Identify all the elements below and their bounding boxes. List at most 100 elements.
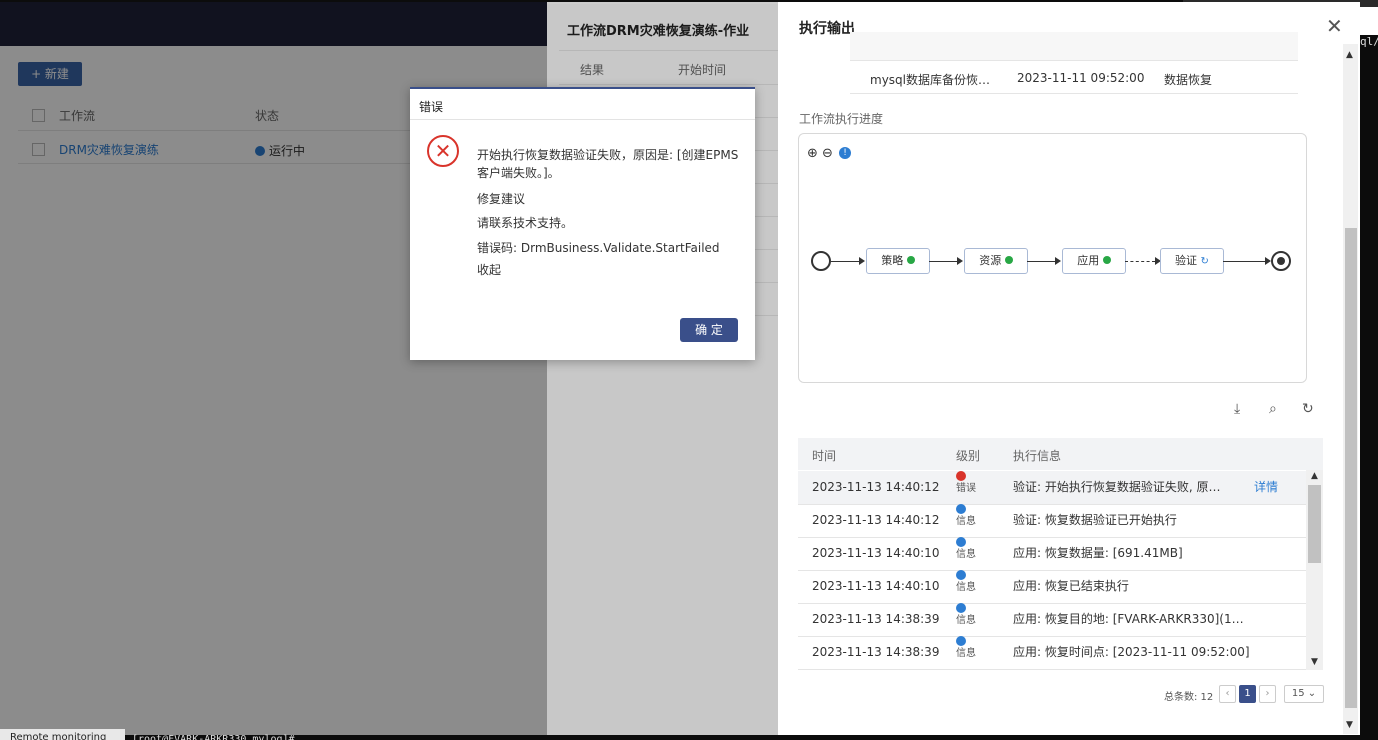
collapse-link[interactable]: 收起 [477, 261, 517, 279]
page-size-value: 15 [1291, 688, 1305, 699]
info-icon[interactable]: ! [839, 147, 851, 159]
refresh-icon[interactable]: ↻ [1302, 401, 1314, 417]
log-row: 2023-11-13 14:40:10 信息 应用: 恢复数据量: [691.41M… [798, 537, 1306, 571]
prev-page-button[interactable]: ‹ [1219, 685, 1236, 703]
dialog-title: 错误 [419, 100, 444, 114]
flow-arrow [1223, 261, 1265, 262]
backup-type: 数据恢复 [1164, 73, 1213, 87]
log-level: 信息 [956, 603, 976, 637]
terminal-tab[interactable]: Remote monitoring [0, 729, 125, 740]
node-label: 验证 [1175, 254, 1198, 267]
level-text: 信息 [956, 549, 976, 560]
arrow-head-icon [957, 257, 963, 265]
drawer-scroll-thumb[interactable] [1345, 228, 1357, 708]
flow-arrow [1027, 261, 1055, 262]
log-message: 应用: 恢复已结束执行 [1013, 579, 1129, 593]
node-strategy[interactable]: 策略 [866, 248, 930, 274]
error-icon: ✕ [427, 135, 459, 167]
page-button-1[interactable]: 1 [1239, 685, 1256, 703]
column-level: 级别 [956, 449, 981, 463]
zoom-in-icon[interactable]: ⊕ [807, 146, 818, 161]
success-check-icon [1102, 256, 1111, 264]
scroll-up-icon[interactable]: ▲ [1311, 471, 1318, 481]
scroll-down-icon[interactable]: ▼ [1311, 657, 1318, 667]
download-icon[interactable]: ⤓ [1234, 401, 1240, 417]
level-text: 信息 [956, 582, 976, 593]
arrow-head-icon [859, 257, 865, 265]
level-text: 信息 [956, 615, 976, 626]
progress-label: 工作流执行进度 [799, 112, 884, 126]
level-dot-icon [956, 471, 966, 481]
log-message: 应用: 恢复目的地: [FVARK-ARKR330](1… [1013, 612, 1244, 626]
log-message: 验证: 开始执行恢复数据验证失败, 原… [1013, 480, 1221, 494]
scroll-down-icon[interactable]: ▼ [1346, 720, 1353, 730]
drawer-title: 执行输出 [799, 21, 855, 37]
error-code: 错误码: DrmBusiness.Validate.StartFailed [477, 241, 720, 255]
error-message: 开始执行恢复数据验证失败，原因是: [创建EPMS客户端失败。]。 [477, 148, 739, 180]
log-row: 2023-11-13 14:38:39 信息 应用: 恢复目的地: [FVARK-A… [798, 603, 1306, 637]
suggestion-label: 修复建议 [477, 192, 526, 206]
loading-icon: ↻ [1200, 256, 1209, 267]
arrow-head-icon [1055, 257, 1061, 265]
level-dot-icon [956, 603, 966, 613]
page-size-select[interactable]: 15 ⌄ [1284, 685, 1324, 703]
log-row: 2023-11-13 14:38:39 信息 应用: 恢复时间点: [2023-11… [798, 636, 1306, 670]
log-table-header: 时间 级别 执行信息 [798, 438, 1323, 470]
log-time: 2023-11-13 14:38:39 [812, 612, 940, 626]
backup-time: 2023-11-11 09:52:00 [1017, 71, 1145, 85]
table-header-remnant [850, 32, 1298, 60]
level-dot-icon [956, 636, 966, 646]
dialog-header: 错误 [410, 89, 755, 120]
log-time: 2023-11-13 14:40:12 [812, 480, 940, 494]
search-icon[interactable]: ⌕ [1269, 401, 1277, 417]
node-application[interactable]: 应用 [1062, 248, 1126, 274]
workflow-diagram: ⊕ ⊖ ! 策略 资源 应用 验证 ↻ [798, 133, 1307, 383]
log-message: 验证: 恢复数据验证已开始执行 [1013, 513, 1177, 527]
divider [850, 60, 1298, 61]
success-check-icon [906, 256, 915, 264]
details-link[interactable]: 详情 [1254, 471, 1278, 504]
start-node-icon [811, 251, 831, 271]
log-row: 2023-11-13 14:40:10 信息 应用: 恢复已结束执行 [798, 570, 1306, 604]
ok-button[interactable]: 确 定 [680, 318, 738, 342]
log-row: 2023-11-13 14:40:12 信息 验证: 恢复数据验证已开始执行 [798, 504, 1306, 538]
execution-output-drawer: 执行输出 ✕ mysql数据库备份恢… 2023-11-11 09:52:00 … [778, 2, 1360, 735]
total-count: 总条数: 12 [1164, 692, 1214, 703]
success-check-icon [1004, 256, 1013, 264]
suggestion-text: 请联系技术支持。 [477, 216, 574, 230]
backup-name: mysql数据库备份恢… [870, 73, 990, 87]
level-dot-icon [956, 537, 966, 547]
next-page-button[interactable]: › [1259, 685, 1276, 703]
log-level: 信息 [956, 504, 976, 538]
flow-arrow [831, 261, 859, 262]
log-time: 2023-11-13 14:40:10 [812, 546, 940, 560]
end-node-icon [1271, 251, 1291, 271]
scroll-up-icon[interactable]: ▲ [1346, 50, 1353, 60]
log-time: 2023-11-13 14:38:39 [812, 645, 940, 659]
node-label: 策略 [881, 254, 904, 267]
error-dialog: 错误 ✕ 开始执行恢复数据验证失败，原因是: [创建EPMS客户端失败。]。 修… [410, 87, 755, 360]
terminal-prompt: [root@FVARK-ARKR330 mylog]# [132, 734, 295, 740]
log-scroll-thumb[interactable] [1308, 485, 1321, 563]
node-resource[interactable]: 资源 [964, 248, 1028, 274]
log-message: 应用: 恢复时间点: [2023-11-11 09:52:00] [1013, 645, 1250, 659]
log-level: 信息 [956, 537, 976, 571]
log-level: 信息 [956, 636, 976, 670]
node-validate[interactable]: 验证 ↻ [1160, 248, 1224, 274]
level-dot-icon [956, 570, 966, 580]
divider [850, 93, 1298, 94]
column-time: 时间 [812, 449, 837, 463]
level-text: 信息 [956, 516, 976, 527]
level-dot-icon [956, 504, 966, 514]
close-icon[interactable]: ✕ [1326, 14, 1343, 38]
log-time: 2023-11-13 14:40:12 [812, 513, 940, 527]
log-time: 2023-11-13 14:40:10 [812, 579, 940, 593]
terminal-right-edge: ql/ [1360, 35, 1378, 735]
log-message: 应用: 恢复数据量: [691.41MB] [1013, 546, 1183, 560]
terminal-text: ql/ [1360, 35, 1378, 48]
column-message: 执行信息 [1013, 449, 1062, 463]
flow-arrow [929, 261, 957, 262]
zoom-out-icon[interactable]: ⊖ [822, 146, 833, 161]
node-label: 应用 [1077, 254, 1100, 267]
level-text: 信息 [956, 648, 976, 659]
